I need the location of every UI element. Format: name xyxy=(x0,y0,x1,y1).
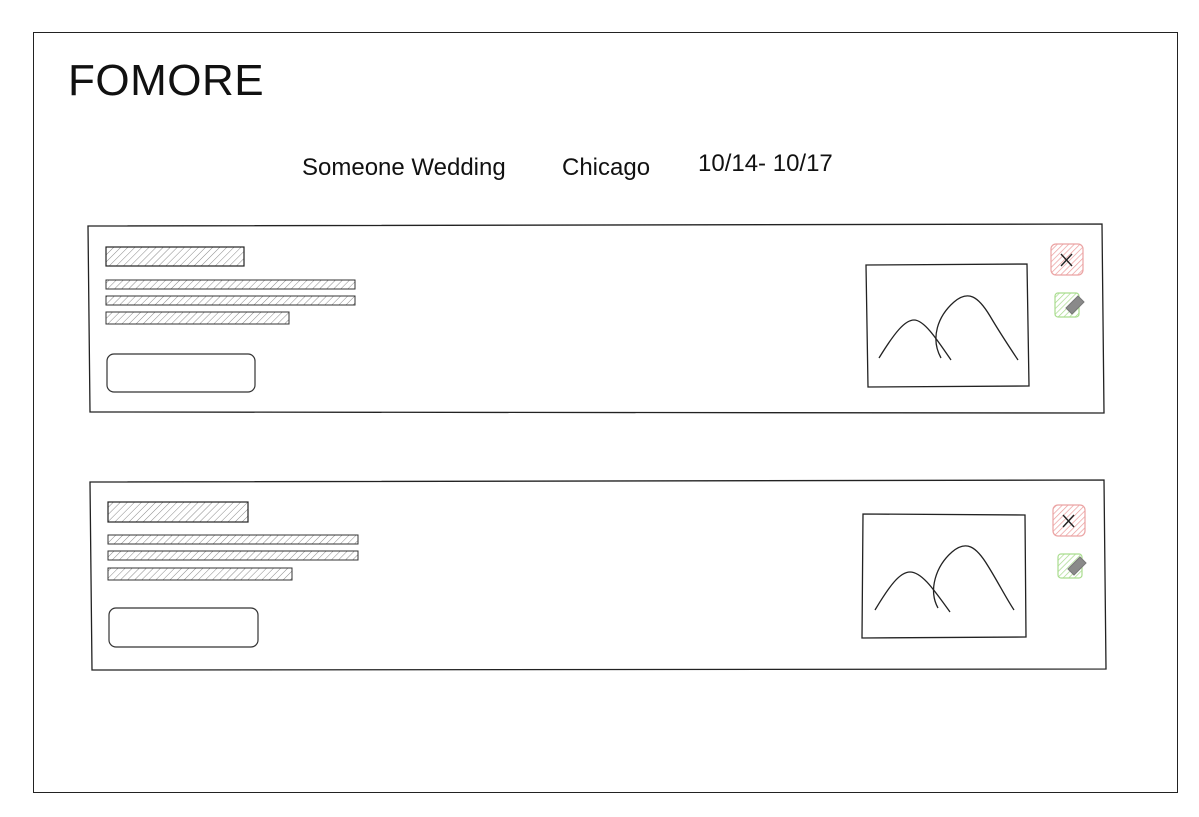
wireframe-canvas xyxy=(87,223,1107,671)
card-2-action-button[interactable] xyxy=(108,607,259,648)
card-1-edit-button[interactable] xyxy=(1054,292,1085,318)
card-2-text-lines xyxy=(107,534,359,581)
card-2-title-placeholder xyxy=(107,501,249,523)
card-1 xyxy=(87,223,1105,414)
card-1-image-placeholder xyxy=(865,263,1030,388)
card-2 xyxy=(89,479,1107,671)
card-2-image-placeholder xyxy=(861,513,1027,639)
card-2-edit-button[interactable] xyxy=(1057,553,1087,579)
card-1-delete-button[interactable] xyxy=(1050,243,1084,276)
card-2-delete-button[interactable] xyxy=(1052,504,1086,537)
card-1-action-button[interactable] xyxy=(106,353,256,393)
card-1-text-lines xyxy=(105,279,356,325)
card-1-title-placeholder xyxy=(105,246,245,267)
